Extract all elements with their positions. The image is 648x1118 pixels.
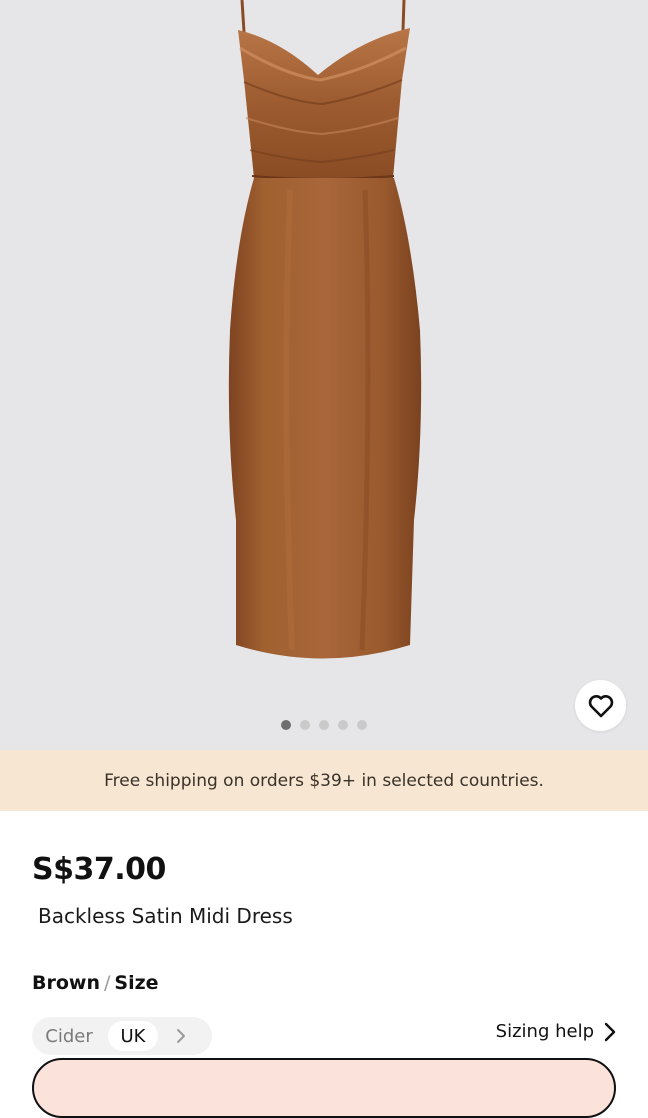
favorite-button[interactable]: [575, 680, 626, 731]
chevron-right-icon: [177, 1029, 185, 1043]
product-title: Backless Satin Midi Dress: [38, 904, 293, 928]
color-size-heading: Brown / Size: [32, 972, 159, 994]
add-to-bag-button[interactable]: [32, 1058, 616, 1118]
selected-color: Brown: [32, 972, 100, 994]
heart-outline-icon: [588, 694, 613, 717]
carousel-dot[interactable]: [300, 720, 310, 730]
product-price: S$37.00: [32, 852, 166, 887]
product-image: [228, 0, 422, 659]
separator: /: [103, 972, 111, 994]
carousel-dot[interactable]: [281, 720, 291, 730]
carousel-dot[interactable]: [319, 720, 329, 730]
chevron-right-icon: [604, 1022, 616, 1041]
sizing-help-label: Sizing help: [495, 1021, 594, 1042]
carousel-dot[interactable]: [357, 720, 367, 730]
carousel-dots: [281, 720, 367, 730]
product-image-gallery[interactable]: [0, 0, 648, 750]
size-system-more-button[interactable]: [176, 1028, 186, 1044]
size-system-uk[interactable]: UK: [108, 1021, 158, 1051]
carousel-dot[interactable]: [338, 720, 348, 730]
size-label: Size: [114, 972, 159, 994]
shipping-banner-text: Free shipping on orders $39+ in selected…: [104, 770, 544, 791]
size-system-toggle: Cider UK: [32, 1017, 212, 1055]
shipping-banner: Free shipping on orders $39+ in selected…: [0, 750, 648, 811]
sizing-help-link[interactable]: Sizing help: [496, 1021, 616, 1042]
size-system-cider[interactable]: Cider: [32, 1021, 106, 1051]
